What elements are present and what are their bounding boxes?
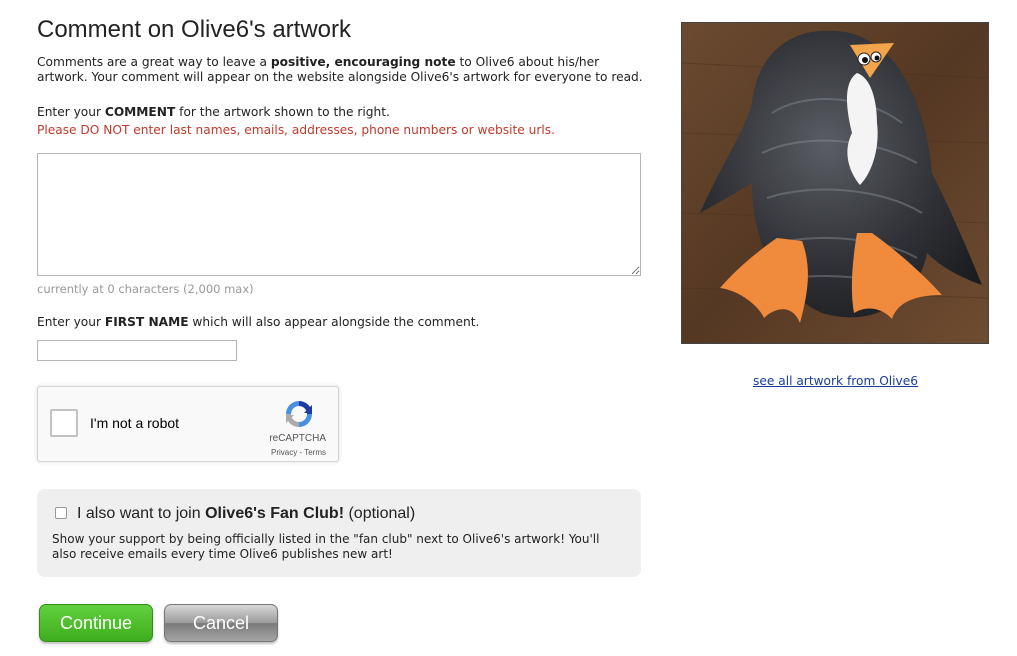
artwork-image <box>681 22 989 344</box>
fan-club-label-bold: Olive6's Fan Club! <box>205 505 345 522</box>
recaptcha-checkbox[interactable] <box>50 409 78 437</box>
fan-club-label-before: I also want to join <box>77 505 206 522</box>
comment-prompt-bold: COMMENT <box>104 105 176 119</box>
intro-bold: positive, encouraging note <box>270 55 456 69</box>
comment-prompt-before: Enter your <box>37 105 105 119</box>
see-all-artwork-link[interactable]: see all artwork from Olive6 <box>753 374 918 388</box>
fan-club-description: Show your support by being officially li… <box>52 532 600 561</box>
fan-club-label-after: (optional) <box>344 505 416 522</box>
comment-prompt-after: for the artwork shown to the right. <box>175 105 390 119</box>
fan-club-checkbox[interactable] <box>55 507 67 519</box>
intro-text-before: Comments are a great way to leave a <box>37 55 271 69</box>
fan-club-label[interactable]: I also want to join Olive6's Fan Club! (… <box>77 505 415 523</box>
first-name-prompt-bold: FIRST NAME <box>104 315 189 329</box>
recaptcha-terms[interactable]: Privacy - Terms <box>271 448 326 457</box>
page-title: Comment on Olive6's artwork <box>37 16 352 43</box>
comment-prompt: Enter your COMMENT for the artwork shown… <box>37 105 390 119</box>
continue-button[interactable]: Continue <box>39 604 153 642</box>
first-name-prompt-after: which will also appear alongside the com… <box>188 315 480 329</box>
first-name-input[interactable] <box>37 340 237 361</box>
recaptcha-brand: reCAPTCHA <box>269 433 326 444</box>
penguin-artwork-drawing <box>682 23 988 343</box>
cancel-button[interactable]: Cancel <box>164 604 278 642</box>
recaptcha-label: I'm not a robot <box>90 415 180 431</box>
privacy-warning: Please DO NOT enter last names, emails, … <box>37 123 555 137</box>
intro-text: Comments are a great way to leave a posi… <box>37 55 647 85</box>
comment-textarea[interactable] <box>37 153 641 276</box>
fan-club-panel: I also want to join Olive6's Fan Club! (… <box>37 489 641 577</box>
first-name-prompt: Enter your FIRST NAME which will also ap… <box>37 315 479 329</box>
recaptcha-widget: I'm not a robot reCAPTCHA Privacy - Term… <box>37 386 339 462</box>
character-counter: currently at 0 characters (2,000 max) <box>37 282 254 296</box>
first-name-prompt-before: Enter your <box>37 315 105 329</box>
recaptcha-logo-icon <box>286 401 312 427</box>
